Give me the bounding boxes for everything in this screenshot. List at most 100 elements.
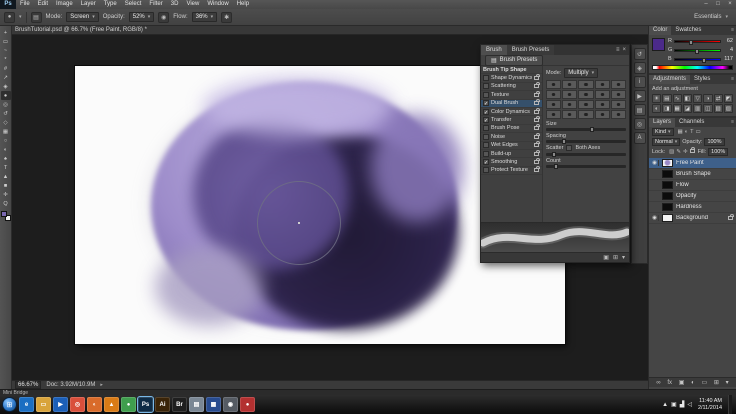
chrome-taskbar-icon[interactable]: ◎ xyxy=(70,397,85,412)
invert-icon[interactable]: ◪ xyxy=(683,104,692,113)
brush-tip-thumbnail[interactable] xyxy=(562,110,577,119)
lock-all-icon[interactable] xyxy=(690,149,695,153)
delete-brush-icon[interactable]: ▾ xyxy=(622,254,625,261)
filter-pixel-icon[interactable]: ▦ xyxy=(678,129,683,135)
fill-input[interactable]: 100% xyxy=(708,148,728,156)
adjustment-layer-icon[interactable]: ◐ xyxy=(691,380,695,386)
photoshop-taskbar-icon[interactable]: Ps xyxy=(138,397,153,412)
movie-maker-taskbar-icon[interactable]: ▦ xyxy=(206,397,221,412)
lock-icon[interactable] xyxy=(534,76,539,80)
tab-layers[interactable]: Layers xyxy=(649,118,675,127)
tray-expand-icon[interactable]: ▲ xyxy=(662,402,668,408)
menu-type[interactable]: Type xyxy=(100,0,121,9)
hand-tool[interactable]: ✛ xyxy=(1,190,11,199)
panel-menu-icon[interactable]: ≡ xyxy=(731,118,736,127)
path-selection-tool[interactable]: ▲ xyxy=(1,172,11,181)
layer-row-brush-shape[interactable]: Brush Shape xyxy=(649,169,736,180)
history-brush-tool[interactable]: ↺ xyxy=(1,109,11,118)
lock-icon[interactable] xyxy=(534,143,539,147)
start-button[interactable]: ⊞ xyxy=(2,397,17,412)
selective-color-icon[interactable]: ▧ xyxy=(714,104,723,113)
minimize-button[interactable]: – xyxy=(700,0,712,9)
checkbox-icon[interactable] xyxy=(483,83,489,89)
firefox-taskbar-icon[interactable]: ◐ xyxy=(87,397,102,412)
layer-thumbnail[interactable] xyxy=(662,181,673,189)
lock-icon[interactable] xyxy=(534,118,539,122)
checkbox-icon[interactable] xyxy=(483,134,489,140)
tray-action-center-icon[interactable]: ▣ xyxy=(671,401,677,408)
brush-tip-thumbnail[interactable] xyxy=(595,90,610,99)
black-white-icon[interactable]: ◩ xyxy=(724,94,733,103)
brush-option-build-up[interactable]: Build-up xyxy=(481,150,542,158)
lock-pixels-icon[interactable]: ✎ xyxy=(676,149,681,155)
brush-tip-shape-item[interactable]: Brush Tip Shape xyxy=(481,66,542,74)
delete-layer-icon[interactable]: ▾ xyxy=(726,379,729,386)
close-button[interactable]: × xyxy=(724,0,736,9)
scatter-slider[interactable] xyxy=(546,153,626,156)
brush-tip-thumbnail[interactable] xyxy=(578,90,593,99)
r-slider[interactable] xyxy=(674,40,721,43)
menu-filter[interactable]: Filter xyxy=(145,0,166,9)
checkbox-icon[interactable] xyxy=(483,151,489,157)
brush-tip-thumbnail[interactable] xyxy=(562,90,577,99)
eyedropper-tool[interactable]: ↗ xyxy=(1,73,11,82)
b-slider[interactable] xyxy=(674,58,721,61)
photoshop-logo[interactable]: Ps xyxy=(0,0,16,9)
tab-adjustments[interactable]: Adjustments xyxy=(649,75,690,84)
layer-filter-kind-select[interactable]: Kind ▾ xyxy=(652,128,674,136)
lock-icon[interactable] xyxy=(534,93,539,97)
menu-image[interactable]: Image xyxy=(52,0,77,9)
brush-option-color-dynamics[interactable]: ✓Color Dynamics xyxy=(481,108,542,116)
layer-thumbnail[interactable] xyxy=(662,192,673,200)
channel-mixer-icon[interactable]: ◨ xyxy=(662,104,671,113)
pen-tool[interactable]: ♠ xyxy=(1,154,11,163)
link-layers-icon[interactable]: ∞ xyxy=(656,380,660,386)
blend-mode-select[interactable]: Normal ▾ xyxy=(652,138,680,146)
horizontal-type-tool[interactable]: T xyxy=(1,163,11,172)
menu-window[interactable]: Window xyxy=(203,0,232,9)
camera-taskbar-icon[interactable]: ◉ xyxy=(223,397,238,412)
menu-help[interactable]: Help xyxy=(233,0,253,9)
tab-swatches[interactable]: Swatches xyxy=(671,26,705,35)
brush-option-transfer[interactable]: ✓Transfer xyxy=(481,116,542,124)
brush-option-shape-dynamics[interactable]: Shape Dynamics xyxy=(481,74,542,82)
both-axes-checkbox[interactable] xyxy=(566,145,572,151)
layer-thumbnail[interactable] xyxy=(662,170,673,178)
internet-explorer-taskbar-icon[interactable]: e xyxy=(19,397,34,412)
slider-thumb[interactable] xyxy=(702,58,706,63)
exposure-icon[interactable]: ◧ xyxy=(683,94,692,103)
brush-tip-thumbnail[interactable] xyxy=(611,110,626,119)
zoom-tool[interactable]: Q xyxy=(1,199,11,208)
filter-shape-icon[interactable]: ▭ xyxy=(695,129,700,135)
lock-icon[interactable] xyxy=(534,126,539,130)
brush-option-scattering[interactable]: Scattering xyxy=(481,83,542,91)
checkbox-icon[interactable] xyxy=(483,125,489,131)
airbrush-icon[interactable]: ✱ xyxy=(221,12,232,23)
visibility-eye-icon[interactable]: ◉ xyxy=(651,215,659,221)
brush-tip-thumbnail[interactable] xyxy=(611,90,626,99)
threshold-icon[interactable]: ◫ xyxy=(703,104,712,113)
blur-tool[interactable]: ○ xyxy=(1,136,11,145)
actions-panel-icon[interactable]: ▶ xyxy=(634,90,646,102)
layer-row-flow[interactable]: Flow xyxy=(649,180,736,191)
toggle-lock-icon[interactable]: ▣ xyxy=(603,254,609,261)
brush-tip-thumbnail[interactable] xyxy=(611,80,626,89)
brush-option-smoothing[interactable]: ✓Smoothing xyxy=(481,158,542,166)
levels-icon[interactable]: ▤ xyxy=(662,94,671,103)
brush-tip-thumbnail[interactable] xyxy=(546,110,561,119)
dodge-tool[interactable]: ◐ xyxy=(1,145,11,154)
brush-mode-select[interactable]: Multiply ▾ xyxy=(564,68,598,78)
new-group-icon[interactable]: ▭ xyxy=(701,379,707,386)
brush-tip-thumbnail[interactable] xyxy=(546,80,561,89)
vibrance-icon[interactable]: ▽ xyxy=(693,94,702,103)
checkbox-icon[interactable]: ✓ xyxy=(483,100,489,106)
move-tool[interactable]: + xyxy=(1,28,11,37)
illustrator-taskbar-icon[interactable]: Ai xyxy=(155,397,170,412)
crop-tool[interactable]: # xyxy=(1,64,11,73)
layer-thumbnail[interactable] xyxy=(662,203,673,211)
foreground-color-swatch[interactable] xyxy=(1,211,7,217)
checkbox-icon[interactable]: ✓ xyxy=(483,159,489,165)
brush-option-texture[interactable]: Texture xyxy=(481,91,542,99)
gradient-map-icon[interactable]: ▨ xyxy=(724,104,733,113)
brush-tip-thumbnail[interactable] xyxy=(578,110,593,119)
